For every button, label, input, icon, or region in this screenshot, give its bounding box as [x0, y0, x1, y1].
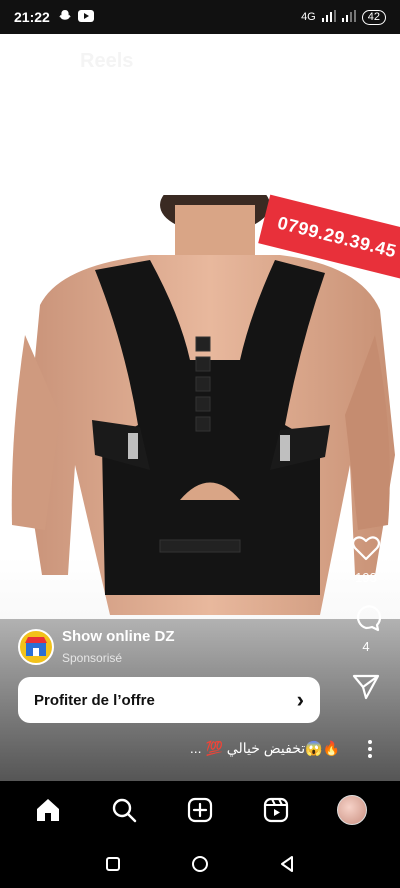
page-title: Reels: [80, 50, 134, 72]
comment-count: 4: [362, 639, 370, 654]
youtube-icon: [77, 9, 94, 25]
nav-search[interactable]: [109, 795, 139, 825]
home-icon: [37, 799, 59, 821]
battery-indicator: 42: [361, 9, 386, 25]
home-button[interactable]: [189, 853, 211, 875]
share-button[interactable]: [350, 670, 382, 702]
nav-home[interactable]: [33, 795, 63, 825]
advertiser-avatar[interactable]: [18, 628, 54, 665]
shop-icon: [25, 636, 47, 656]
status-time: 21:22: [14, 9, 50, 25]
offer-button[interactable]: Profiter de l’offre ›: [18, 677, 320, 723]
more-options-button[interactable]: [364, 738, 376, 760]
bottom-nav: [0, 781, 400, 839]
square-icon: [106, 856, 121, 871]
recent-apps-button[interactable]: [102, 853, 124, 875]
nav-reels[interactable]: [261, 795, 291, 825]
like-count: 193: [355, 570, 377, 585]
signal-icon-2: [341, 9, 356, 25]
advertiser[interactable]: Show online DZ Sponsorisé: [18, 628, 175, 665]
back-button[interactable]: [16, 48, 46, 76]
top-bar: Reels: [0, 34, 400, 90]
system-nav: [0, 839, 400, 888]
triangle-back-icon: [280, 855, 293, 872]
nav-create[interactable]: [185, 795, 215, 825]
chevron-right-icon: ›: [296, 687, 304, 712]
comment-button[interactable]: [350, 601, 382, 633]
arrow-left-icon: [19, 51, 44, 73]
camera-button[interactable]: [352, 46, 382, 76]
advertiser-name[interactable]: Show online DZ: [62, 628, 175, 645]
camera-icon: [355, 51, 379, 71]
search-icon: [112, 798, 137, 823]
nav-profile[interactable]: [337, 795, 367, 825]
snapchat-icon: [58, 9, 72, 26]
circle-icon: [191, 855, 208, 872]
send-icon: [352, 674, 380, 700]
system-back-button[interactable]: [276, 853, 298, 875]
heart-icon: [351, 536, 381, 561]
like-button[interactable]: [350, 532, 382, 564]
profile-avatar[interactable]: [337, 795, 367, 825]
offer-button-label: Profiter de l’offre: [34, 691, 155, 709]
post-caption[interactable]: 🔥😱تخفيض خيالي 💯 ...: [190, 740, 340, 757]
sponsored-label: Sponsorisé: [62, 651, 123, 665]
action-column: 193 4: [346, 532, 386, 702]
signal-icon: [321, 9, 336, 25]
plus-square-icon: [187, 797, 213, 823]
more-vertical-icon: [368, 740, 372, 758]
status-bar: 21:22 4G 42: [0, 0, 400, 34]
network-type: 4G: [301, 11, 316, 23]
reels-icon: [263, 797, 289, 823]
comment-icon: [356, 605, 382, 632]
